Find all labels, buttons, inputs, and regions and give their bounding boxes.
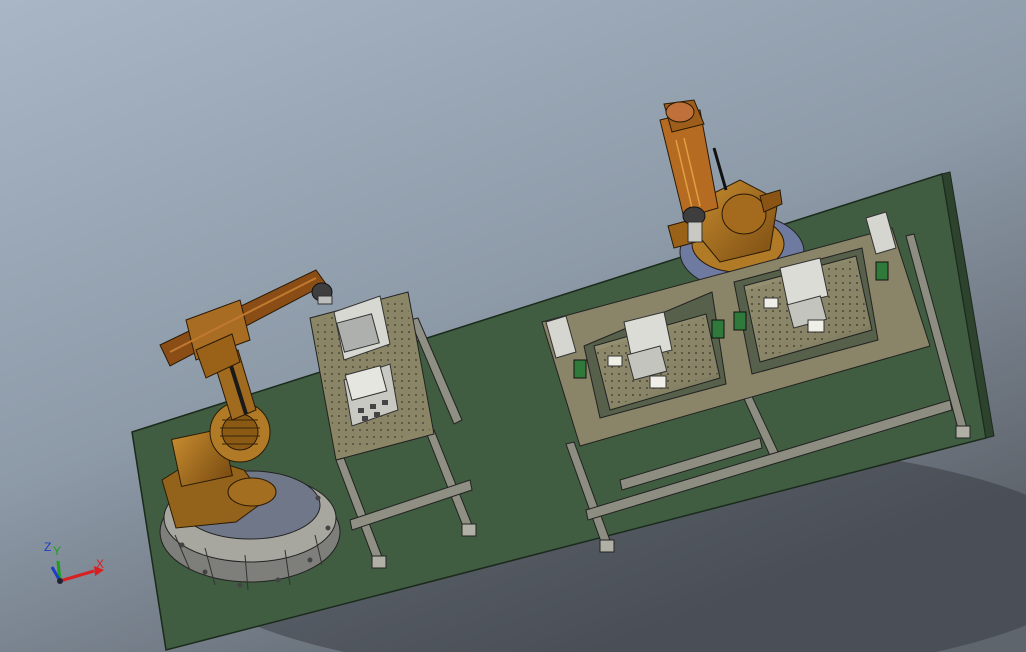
triad-x-label: X (96, 557, 104, 571)
triad-y-label: Y (53, 544, 61, 558)
triad-origin (57, 578, 63, 584)
cad-viewport[interactable]: Z Y X (0, 0, 1026, 652)
assembly-3d-scene[interactable] (0, 0, 1026, 652)
triad-z-label: Z (44, 540, 51, 554)
triad-x-axis (59, 569, 95, 583)
coordinate-triad: Z Y X (44, 540, 104, 584)
